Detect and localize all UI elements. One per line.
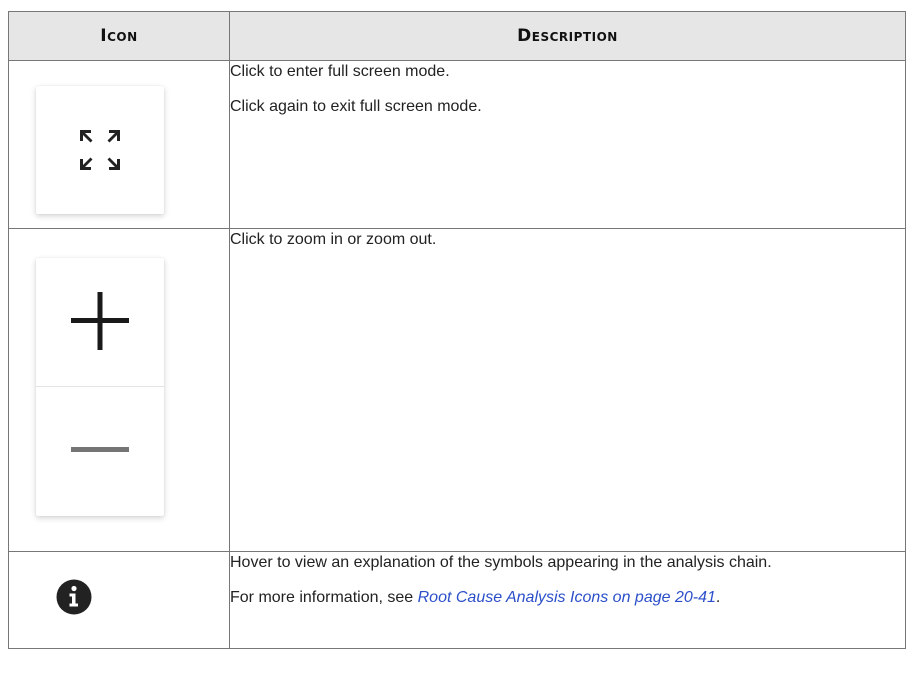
fullscreen-expand-icon [80,130,120,170]
icon-cell [8,228,230,552]
table-row: Click to enter full screen mode. Click a… [8,60,906,229]
minus-icon [71,447,129,452]
description-line: Click to enter full screen mode. [230,63,450,80]
icon-cell [8,551,230,649]
description-cell: Hover to view an explanation of the symb… [229,551,906,649]
icon-description-table: Icon Description Click to enter full scr… [8,11,906,649]
table-row: Click to zoom in or zoom out. [8,228,906,552]
info-button[interactable] [56,579,92,615]
fullscreen-button[interactable] [36,86,164,214]
zoom-out-button[interactable] [36,387,164,516]
description-line: Click to zoom in or zoom out. [230,231,437,248]
more-info-suffix: . [715,589,721,606]
root-cause-icons-link[interactable]: Root Cause Analysis Icons on page 20-41 [418,589,716,606]
description-cell: Click to enter full screen mode. Click a… [229,60,906,229]
description-line: Click again to exit full screen mode. [230,98,482,115]
description-cell: Click to zoom in or zoom out. [229,228,906,552]
plus-icon [71,292,129,350]
header-description: Description [229,11,906,61]
table-row: Hover to view an explanation of the symb… [8,551,906,649]
more-info-line: For more information, see Root Cause Ana… [230,587,905,608]
icon-cell [8,60,230,229]
zoom-control [36,258,164,516]
info-icon [56,579,92,615]
header-icon: Icon [8,11,230,61]
table-header-row: Icon Description [8,11,906,61]
description-line: Hover to view an explanation of the symb… [230,554,772,571]
zoom-in-button[interactable] [36,258,164,386]
more-info-prefix: For more information, see [230,589,418,606]
